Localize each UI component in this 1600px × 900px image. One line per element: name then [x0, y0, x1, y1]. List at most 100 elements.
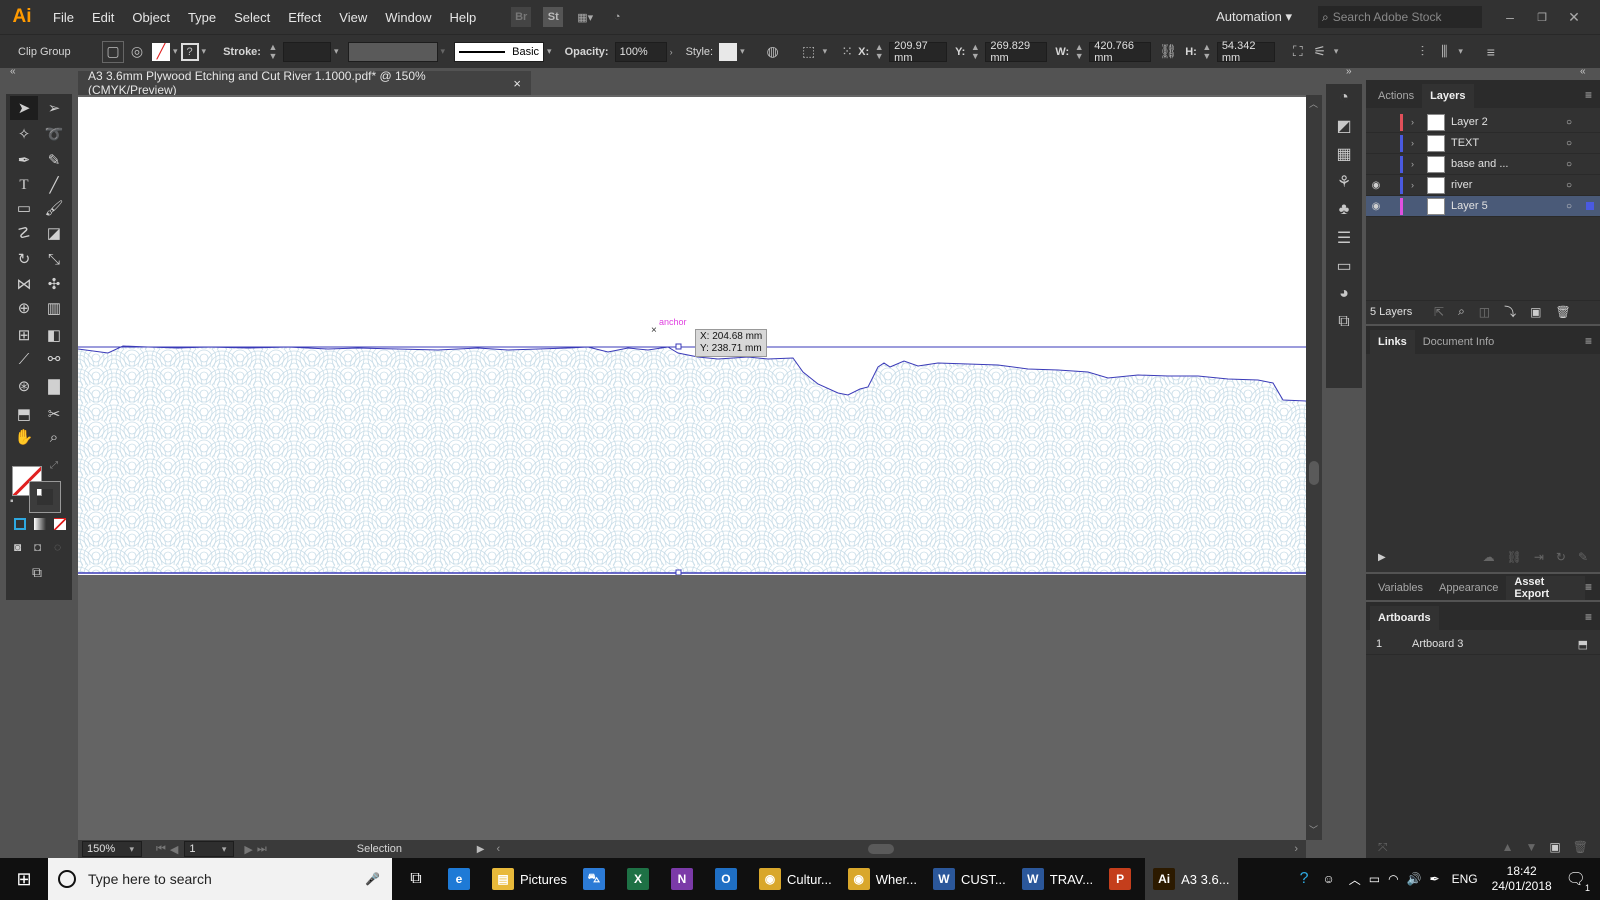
- taskbar-app[interactable]: P: [1101, 858, 1145, 900]
- stroke-weight-field[interactable]: [282, 41, 331, 62]
- align-icon[interactable]: ⫶: [1411, 41, 1433, 63]
- tab-actions[interactable]: Actions: [1370, 84, 1422, 108]
- puppet-warp-tool-icon[interactable]: ✣: [40, 272, 68, 296]
- taskbar-app[interactable]: ◉ Cultur...: [751, 858, 840, 900]
- clock[interactable]: 18:42 24/01/2018: [1492, 864, 1552, 894]
- eyedropper-tool-icon[interactable]: ⟋: [10, 347, 38, 371]
- layer-row[interactable]: › TEXT ○: [1366, 133, 1600, 154]
- swatches-icon[interactable]: ▦: [1326, 140, 1362, 168]
- action-center-icon[interactable]: 🗨 1: [1566, 869, 1590, 893]
- menu-type[interactable]: Type: [179, 10, 225, 25]
- taskbar-app[interactable]: W TRAV...: [1014, 858, 1101, 900]
- target-circle-icon[interactable]: ○: [1566, 138, 1580, 149]
- volume-icon[interactable]: 🔊: [1407, 872, 1422, 886]
- control-panel-menu-icon[interactable]: ≡: [1480, 41, 1502, 63]
- close-icon[interactable]: ✕: [1564, 7, 1584, 27]
- column-graph-tool-icon[interactable]: ▇: [40, 374, 68, 398]
- screen-mode-icon[interactable]: ⧉: [32, 564, 42, 581]
- brush-definition[interactable]: Basic: [454, 41, 545, 62]
- menu-file[interactable]: File: [44, 10, 83, 25]
- stock-icon[interactable]: St: [543, 7, 564, 27]
- last-artboard-icon[interactable]: ⏭: [257, 843, 267, 856]
- layers-panel-menu-icon[interactable]: ≡: [1585, 88, 1592, 102]
- tab-links[interactable]: Links: [1370, 330, 1415, 354]
- paintbrush-tool-icon[interactable]: 🖌: [40, 196, 68, 220]
- target-circle-icon[interactable]: ○: [1566, 180, 1580, 191]
- mesh-tool-icon[interactable]: ⊞: [10, 323, 38, 347]
- pen-tool-icon[interactable]: ✒: [10, 148, 38, 172]
- isolate-icon[interactable]: ▢: [102, 40, 124, 63]
- width-tool-icon[interactable]: ⋈: [10, 272, 38, 296]
- workspace-switcher[interactable]: Automation ▾: [1216, 9, 1292, 25]
- menu-help[interactable]: Help: [440, 10, 485, 25]
- expand-layer-icon[interactable]: ›: [1411, 180, 1423, 190]
- move-up-icon[interactable]: ▲: [1502, 840, 1514, 854]
- expand-layer-icon[interactable]: ›: [1411, 159, 1423, 169]
- taskbar-app[interactable]: Ai A3 3.6...: [1145, 858, 1238, 900]
- taskbar-app[interactable]: X: [619, 858, 663, 900]
- menu-edit[interactable]: Edit: [83, 10, 123, 25]
- none-mode-icon[interactable]: [54, 518, 66, 530]
- rearrange-artboards-icon[interactable]: ⤧: [1378, 840, 1388, 855]
- menu-window[interactable]: Window: [376, 10, 440, 25]
- expand-layer-icon[interactable]: ›: [1411, 117, 1423, 127]
- taskbar-app[interactable]: N: [663, 858, 707, 900]
- tray-expand-icon[interactable]: ︿: [1349, 871, 1361, 888]
- layer-row[interactable]: › Layer 2 ○: [1366, 112, 1600, 133]
- microphone-icon[interactable]: 🎤: [365, 872, 380, 886]
- selection-tool-icon[interactable]: ➤: [10, 96, 38, 120]
- locate-object-icon[interactable]: ⌕: [1458, 304, 1465, 319]
- collect-export-icon[interactable]: ⇱: [1434, 305, 1444, 319]
- gpu-performance-icon[interactable]: ◔: [607, 7, 627, 27]
- symbols-icon[interactable]: ♣: [1326, 196, 1362, 224]
- hscroll-left-icon[interactable]: ‹: [496, 843, 500, 855]
- scroll-down-icon[interactable]: ﹀: [1309, 823, 1318, 836]
- tab-variables[interactable]: Variables: [1370, 576, 1431, 600]
- artboard-number-field[interactable]: 1 ▾: [184, 841, 235, 857]
- update-link-icon[interactable]: ↻: [1556, 550, 1566, 564]
- relink-cc-icon[interactable]: ☁: [1483, 550, 1495, 564]
- magic-wand-tool-icon[interactable]: ✧: [10, 122, 38, 146]
- h-field[interactable]: 54.342 mm: [1216, 40, 1275, 64]
- color-guide-icon[interactable]: ◔: [1326, 84, 1362, 112]
- recolor-artwork-icon[interactable]: ◍: [762, 41, 784, 63]
- target-circle-icon[interactable]: ○: [1566, 201, 1580, 212]
- tab-artboards[interactable]: Artboards: [1370, 606, 1439, 630]
- edit-contents-icon[interactable]: ◎: [126, 41, 148, 63]
- opacity-arrow-icon[interactable]: ›: [670, 47, 673, 57]
- horizontal-scrollbar[interactable]: [506, 842, 1288, 856]
- taskbar-app[interactable]: ◉ Wher...: [840, 858, 925, 900]
- first-artboard-icon[interactable]: ⏮: [156, 843, 166, 856]
- asset-export-menu-icon[interactable]: ≡: [1585, 580, 1592, 594]
- relink-icon[interactable]: ⛓: [1507, 550, 1522, 564]
- zoom-tool-icon[interactable]: ⌕: [40, 425, 68, 449]
- target-circle-icon[interactable]: ○: [1566, 159, 1580, 170]
- status-menu-icon[interactable]: ▶: [477, 844, 485, 855]
- lasso-tool-icon[interactable]: ➰: [40, 122, 68, 146]
- artboard-options-icon[interactable]: ⬒: [1578, 638, 1588, 651]
- zoom-field[interactable]: 150% ▾: [82, 841, 142, 857]
- artboard-tool-icon[interactable]: ⬒: [10, 402, 38, 426]
- y-field[interactable]: 269.829 mm: [985, 40, 1048, 64]
- transparency-icon[interactable]: ◕: [1326, 280, 1362, 308]
- w-stepper[interactable]: ▲ ▼: [1073, 42, 1085, 61]
- reference-point-icon[interactable]: ⁙: [836, 41, 858, 63]
- bridge-icon[interactable]: Br: [511, 7, 532, 27]
- image-trace-icon[interactable]: ⧉: [1326, 308, 1362, 336]
- artboard[interactable]: × anchor X: 204.68 mm Y: 238.71 mm: [78, 97, 1306, 575]
- scroll-thumb[interactable]: [1309, 461, 1319, 485]
- eraser-tool-icon[interactable]: ◪: [40, 221, 68, 245]
- shape-builder-tool-icon[interactable]: ⊕: [10, 296, 38, 320]
- w-field[interactable]: 420.766 mm: [1089, 40, 1152, 64]
- tab-document-info[interactable]: Document Info: [1415, 330, 1503, 354]
- stroke-panel-icon[interactable]: ☰: [1326, 224, 1362, 252]
- artwork[interactable]: ×: [78, 97, 1306, 575]
- opacity-field[interactable]: 100%: [614, 41, 667, 62]
- tab-appearance[interactable]: Appearance: [1431, 576, 1506, 600]
- expand-panels-icon[interactable]: «: [1580, 66, 1586, 77]
- tab-layers[interactable]: Layers: [1422, 84, 1474, 108]
- help-icon[interactable]: ?: [1300, 870, 1309, 888]
- type-tool-icon[interactable]: T: [10, 173, 38, 197]
- menu-view[interactable]: View: [330, 10, 376, 25]
- h-stepper[interactable]: ▲ ▼: [1201, 42, 1213, 61]
